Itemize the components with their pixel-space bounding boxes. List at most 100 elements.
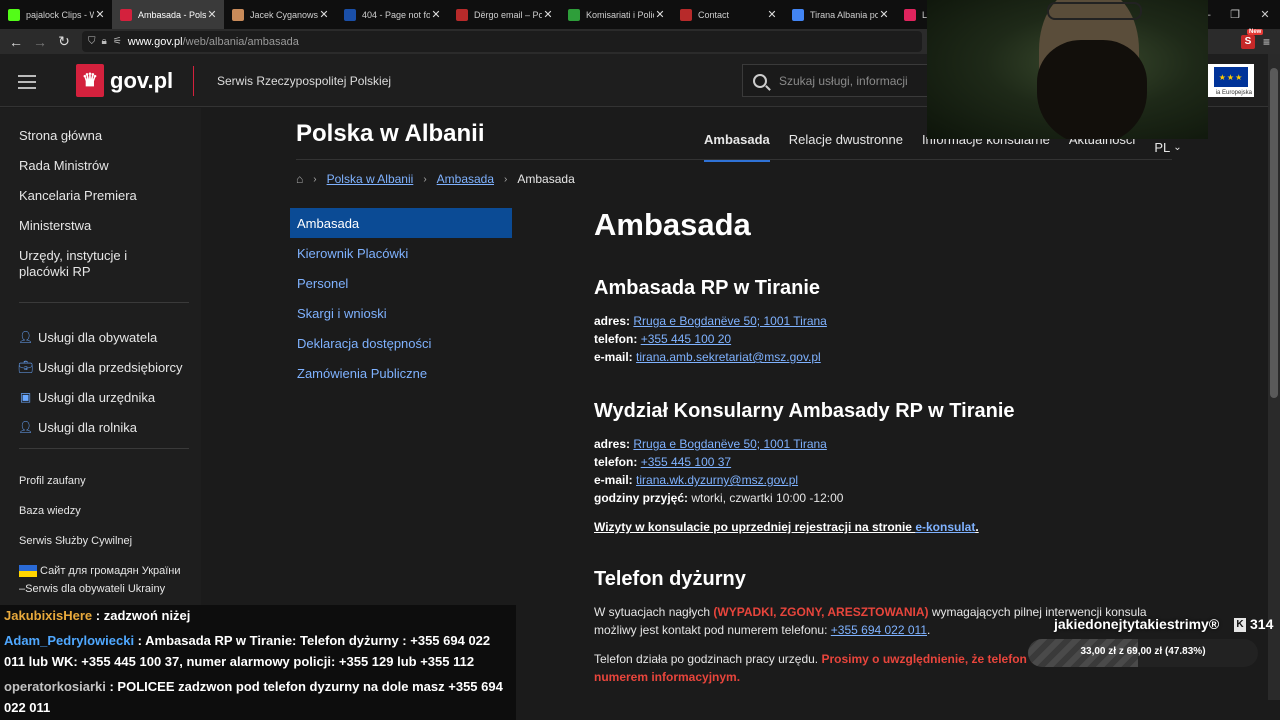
sidebar-item-rada-ministrow[interactable]: Rada Ministrów — [19, 158, 189, 174]
close-window-icon[interactable]: ✕ — [1250, 8, 1280, 21]
sidebar-item-ukraine-pl[interactable]: –Serwis dla obywateli Ukrainy — [19, 580, 194, 598]
search-icon[interactable] — [753, 73, 767, 88]
browser-tab[interactable]: Komisariati i Polic ✕ — [560, 0, 672, 29]
sidebar-item-rolnik[interactable]: 👤︎ Usługi dla rolnika — [18, 412, 194, 442]
email-link[interactable]: tirana.wk.dyzurny@msz.gov.pl — [636, 473, 798, 487]
phone-link[interactable]: +355 445 100 37 — [641, 455, 731, 469]
site-title[interactable]: Polska w Albanii — [296, 120, 485, 148]
tab-close-icon[interactable]: ✕ — [542, 8, 554, 21]
tab-close-icon[interactable]: ✕ — [206, 8, 218, 21]
search-box[interactable] — [742, 64, 932, 97]
nav-divider — [296, 159, 1172, 160]
browser-tab[interactable]: Contact ✕ — [672, 0, 784, 29]
sidebar-item-sluzba-cywilna[interactable]: Serwis Służby Cywilnej — [19, 526, 194, 556]
webcam-overlay — [927, 0, 1208, 139]
sidebar-divider — [19, 302, 189, 303]
stream-chat-overlay: JakubixisHere : zadzwoń niżej Adam_Pedry… — [0, 605, 516, 720]
reload-icon[interactable]: ↻ — [52, 33, 76, 50]
header-divider — [193, 66, 194, 96]
wk-visit-note: Wizyty w konsulacie po uprzedniej rejest… — [594, 520, 979, 534]
browser-tab[interactable]: Jacek Cyganowski ✕ — [224, 0, 336, 29]
page-title: Ambasada — [594, 207, 751, 242]
search-input[interactable] — [779, 73, 919, 88]
wk-email: e-mail: tirana.wk.dyzurny@msz.gov.pl — [594, 473, 799, 487]
tab-close-icon[interactable]: ✕ — [878, 8, 890, 21]
chevron-right-icon: › — [504, 173, 508, 185]
subnav-kierownik[interactable]: Kierownik Placówki — [290, 238, 512, 268]
tab-title: Dërgo email – Po — [474, 9, 542, 20]
forward-icon[interactable]: → — [28, 34, 52, 50]
permissions-icon: ⚟ — [112, 36, 122, 47]
sidebar-item-obywatel[interactable]: 👤︎ Usługi dla obywatela — [17, 322, 194, 352]
tab-title: Ambasada - Polsk — [138, 9, 206, 20]
sidebar-item-profil-zaufany[interactable]: Profil zaufany — [19, 466, 194, 496]
eagle-logo-icon[interactable]: ♛ — [76, 64, 104, 97]
wk-address: adres: Rruga e Bogdanëve 50; 1001 Tirana — [594, 437, 827, 451]
brand-logo[interactable]: gov.pl — [110, 68, 173, 94]
nav-ambasada[interactable]: Ambasada — [704, 132, 770, 162]
ukraine-line1: Сайт для громадян України — [40, 565, 181, 577]
sidebar-item-kancelaria[interactable]: Kancelaria Premiera — [19, 188, 189, 204]
page-scrollbar[interactable] — [1268, 54, 1280, 700]
breadcrumb-link[interactable]: Polska w Albanii — [327, 172, 414, 186]
browser-tab[interactable]: Ambasada - Polsk ✕ — [112, 0, 224, 29]
tab-favicon-icon — [344, 8, 356, 21]
sidebar-item-ministerstwa[interactable]: Ministerstwa — [19, 218, 189, 234]
donation-goal-name: jakiedonejtytakiestrimy® — [1054, 616, 1220, 632]
left-sidebar: Strona główna Rada Ministrów Kancelaria … — [0, 108, 201, 613]
tab-favicon-icon — [120, 8, 132, 21]
article: Ambasada Ambasada RP w Tiranie adres: Rr… — [594, 203, 1154, 686]
subnav-deklaracja[interactable]: Deklaracja dostępności — [290, 328, 512, 358]
shield-icon: ⛉ — [88, 36, 96, 47]
url-field[interactable]: ⛉ 🔒︎ ⚟ www.gov.pl/web/albania/ambasada — [82, 31, 922, 52]
sidebar-services: 👤︎ Usługi dla obywatela 💼︎ Usługi dla prze… — [17, 322, 194, 442]
subnav-skargi[interactable]: Skargi i wnioski — [290, 298, 512, 328]
briefcase-icon: 💼︎ — [17, 360, 34, 374]
extensions-area: S New ≡ — [1240, 28, 1280, 54]
section-title-telefon: Telefon dyżurny — [594, 568, 746, 590]
email-link[interactable]: tirana.amb.sekretariat@msz.gov.pl — [636, 350, 821, 364]
sidebar-item-ukraine[interactable]: Сайт для громадян України — [19, 562, 194, 580]
address-link[interactable]: Rruga e Bogdanëve 50; 1001 Tirana — [633, 314, 826, 328]
browser-tab[interactable]: 404 - Page not fo ✕ — [336, 0, 448, 29]
subnav-personel[interactable]: Personel — [290, 268, 512, 298]
browser-tab[interactable]: Tirana Albania po ✕ — [784, 0, 896, 29]
tab-title: Tirana Albania po — [810, 9, 878, 20]
restore-icon[interactable]: ❐ — [1220, 8, 1250, 21]
tab-close-icon[interactable]: ✕ — [766, 8, 778, 21]
eu-logo: ★★★ ia Europejska — [1208, 64, 1254, 97]
sidebar-item-urzednik[interactable]: ▣ Usługi dla urzędnika — [19, 382, 194, 412]
phone-link[interactable]: +355 445 100 20 — [641, 332, 731, 346]
breadcrumb-link[interactable]: Ambasada — [437, 172, 494, 186]
eu-flag-icon: ★★★ — [1214, 67, 1248, 87]
home-icon[interactable]: ⌂ — [296, 172, 303, 186]
sidebar-item-urzedy[interactable]: Urzędy, instytucje i placówki RP — [19, 248, 129, 280]
tab-favicon-icon — [8, 8, 20, 21]
tab-close-icon[interactable]: ✕ — [654, 8, 666, 21]
subnav-zamowienia[interactable]: Zamówienia Publiczne — [290, 358, 512, 388]
subnav-ambasada[interactable]: Ambasada — [290, 208, 512, 238]
sidebar-item-strona-glowna[interactable]: Strona główna — [19, 128, 189, 144]
wk-hours: godziny przyjęć: wtorki, czwartki 10:00 … — [594, 491, 844, 505]
tab-favicon-icon — [680, 8, 692, 21]
browser-tab[interactable]: Dërgo email – Po ✕ — [448, 0, 560, 29]
tab-title: Contact — [698, 9, 730, 20]
tab-close-icon[interactable]: ✕ — [318, 8, 330, 21]
tab-close-icon[interactable]: ✕ — [430, 8, 442, 21]
sidebar-divider — [19, 448, 189, 449]
scrollbar-thumb[interactable] — [1270, 68, 1278, 398]
nav-relacje[interactable]: Relacje dwustronne — [789, 132, 903, 162]
back-icon[interactable]: ← — [4, 34, 28, 50]
tab-close-icon[interactable]: ✕ — [94, 8, 106, 21]
sidebar-item-przedsiebiorca[interactable]: 💼︎ Usługi dla przedsiębiorcy — [17, 352, 194, 382]
hamburger-icon[interactable] — [18, 75, 36, 93]
streamer-beard — [1037, 40, 1147, 139]
address-link[interactable]: Rruga e Bogdanëve 50; 1001 Tirana — [633, 437, 826, 451]
extension-s-icon[interactable]: S New — [1240, 28, 1264, 49]
emergency-phone-link[interactable]: +355 694 022 011 — [831, 623, 927, 637]
e-konsulat-link[interactable]: e-konsulat — [915, 520, 975, 534]
sidebar-item-baza-wiedzy[interactable]: Baza wiedzy — [19, 496, 194, 526]
person-icon: 👤︎ — [17, 330, 34, 344]
browser-tab[interactable]: pajalock Clips - W ✕ — [0, 0, 112, 29]
menu-icon[interactable]: ≡ — [1263, 35, 1270, 49]
